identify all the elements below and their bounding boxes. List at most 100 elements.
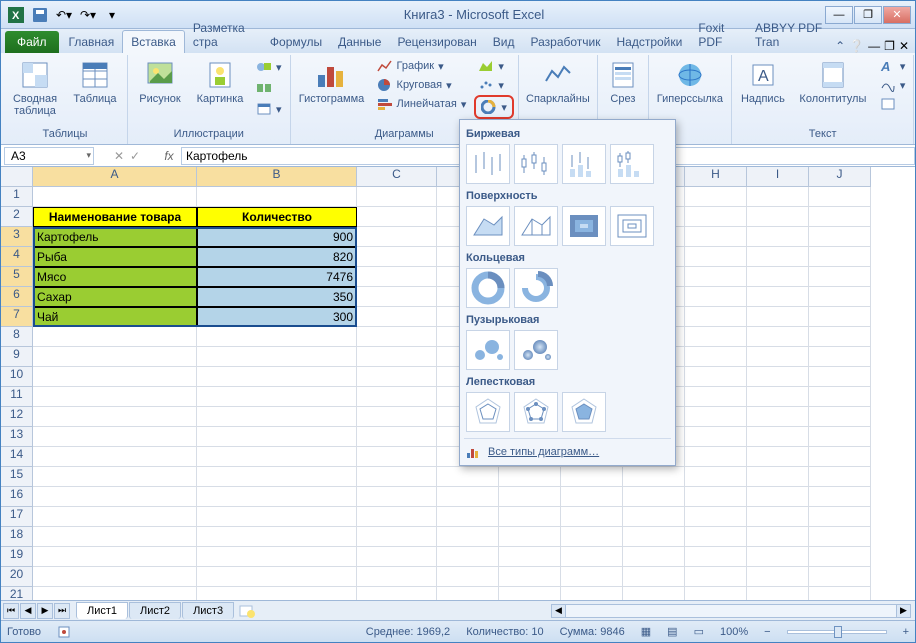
- cell[interactable]: Сахар: [33, 287, 197, 307]
- cell[interactable]: [809, 547, 871, 567]
- cell[interactable]: [437, 467, 499, 487]
- clipart-button[interactable]: Картинка: [192, 57, 248, 107]
- row-header[interactable]: 11: [1, 387, 33, 407]
- stock-vohlc-item[interactable]: [610, 144, 654, 184]
- cell[interactable]: 350: [197, 287, 357, 307]
- cell[interactable]: [747, 487, 809, 507]
- cell[interactable]: [685, 547, 747, 567]
- save-icon[interactable]: [29, 5, 51, 25]
- radar-item[interactable]: [466, 392, 510, 432]
- cell[interactable]: [357, 327, 437, 347]
- cell[interactable]: [747, 427, 809, 447]
- cell[interactable]: [685, 567, 747, 587]
- close-button[interactable]: ✕: [883, 6, 911, 24]
- scatter-chart-button[interactable]: ▾: [474, 76, 514, 94]
- cell[interactable]: Рыба: [33, 247, 197, 267]
- cell[interactable]: [809, 367, 871, 387]
- cell[interactable]: [357, 487, 437, 507]
- cell[interactable]: [809, 467, 871, 487]
- cell[interactable]: [197, 547, 357, 567]
- cell[interactable]: [561, 567, 623, 587]
- cell[interactable]: [197, 407, 357, 427]
- cell[interactable]: [747, 447, 809, 467]
- cell[interactable]: [747, 467, 809, 487]
- cell[interactable]: [747, 187, 809, 207]
- tab-foxit[interactable]: Foxit PDF: [690, 17, 747, 53]
- row-header[interactable]: 20: [1, 567, 33, 587]
- sheet-tab[interactable]: Лист3: [182, 602, 234, 619]
- cell[interactable]: [499, 567, 561, 587]
- cell[interactable]: [197, 427, 357, 447]
- column-header[interactable]: A: [33, 167, 197, 187]
- cell[interactable]: [197, 327, 357, 347]
- cell[interactable]: [809, 347, 871, 367]
- cell[interactable]: [809, 507, 871, 527]
- excel-icon[interactable]: X: [5, 5, 27, 25]
- all-chart-types-link[interactable]: Все типы диаграмм…: [464, 438, 671, 461]
- row-header[interactable]: 15: [1, 467, 33, 487]
- fx-icon[interactable]: fx: [157, 149, 181, 163]
- row-header[interactable]: 12: [1, 407, 33, 427]
- sheet-nav-next[interactable]: ▶: [37, 603, 53, 619]
- cell[interactable]: [685, 427, 747, 447]
- row-header[interactable]: 9: [1, 347, 33, 367]
- macro-record-icon[interactable]: [57, 625, 71, 639]
- cell[interactable]: [437, 587, 499, 600]
- cell[interactable]: [357, 467, 437, 487]
- object-button[interactable]: [876, 95, 910, 113]
- cell[interactable]: [357, 567, 437, 587]
- cell[interactable]: [747, 347, 809, 367]
- cell[interactable]: [809, 527, 871, 547]
- screenshot-button[interactable]: ▾: [252, 99, 286, 119]
- stock-hlc-item[interactable]: [466, 144, 510, 184]
- cell[interactable]: [197, 507, 357, 527]
- histogram-button[interactable]: Гистограмма: [295, 57, 369, 107]
- cell[interactable]: Наименование товара: [33, 207, 197, 227]
- signature-button[interactable]: ▾: [876, 76, 910, 94]
- cell[interactable]: 7476: [197, 267, 357, 287]
- cell[interactable]: [33, 407, 197, 427]
- cell[interactable]: [561, 507, 623, 527]
- cell[interactable]: [357, 367, 437, 387]
- row-header[interactable]: 16: [1, 487, 33, 507]
- cell[interactable]: [747, 507, 809, 527]
- cell[interactable]: [33, 507, 197, 527]
- cell[interactable]: [809, 247, 871, 267]
- cell[interactable]: [685, 407, 747, 427]
- cell[interactable]: [747, 367, 809, 387]
- cell[interactable]: [561, 487, 623, 507]
- cell[interactable]: 300: [197, 307, 357, 327]
- tab-layout[interactable]: Разметка стра: [185, 17, 262, 53]
- sparklines-button[interactable]: Спарклайны: [523, 57, 593, 107]
- view-pagebreak-icon[interactable]: ▭: [694, 625, 704, 638]
- cell[interactable]: [809, 587, 871, 600]
- cell[interactable]: [685, 207, 747, 227]
- cell[interactable]: [809, 227, 871, 247]
- cell[interactable]: [357, 227, 437, 247]
- cell[interactable]: [357, 307, 437, 327]
- cell[interactable]: [809, 287, 871, 307]
- bubble-3d-item[interactable]: [514, 330, 558, 370]
- row-header[interactable]: 6: [1, 287, 33, 307]
- cell[interactable]: [685, 447, 747, 467]
- horizontal-scrollbar[interactable]: ◀ ▶: [551, 604, 911, 618]
- cell[interactable]: [747, 527, 809, 547]
- cell[interactable]: [685, 287, 747, 307]
- tab-home[interactable]: Главная: [61, 31, 123, 53]
- cell[interactable]: [685, 367, 747, 387]
- cell[interactable]: [747, 587, 809, 600]
- cell[interactable]: [747, 547, 809, 567]
- bubble-item[interactable]: [466, 330, 510, 370]
- cell[interactable]: [197, 567, 357, 587]
- cell[interactable]: Мясо: [33, 267, 197, 287]
- cell[interactable]: [357, 287, 437, 307]
- cell[interactable]: [357, 347, 437, 367]
- cell[interactable]: [561, 587, 623, 600]
- zoom-slider[interactable]: [787, 630, 887, 634]
- tab-formulas[interactable]: Формулы: [262, 31, 330, 53]
- wordart-button[interactable]: A▾: [876, 57, 910, 75]
- cell[interactable]: [809, 327, 871, 347]
- row-header[interactable]: 2: [1, 207, 33, 227]
- cell[interactable]: [747, 567, 809, 587]
- cell[interactable]: [197, 387, 357, 407]
